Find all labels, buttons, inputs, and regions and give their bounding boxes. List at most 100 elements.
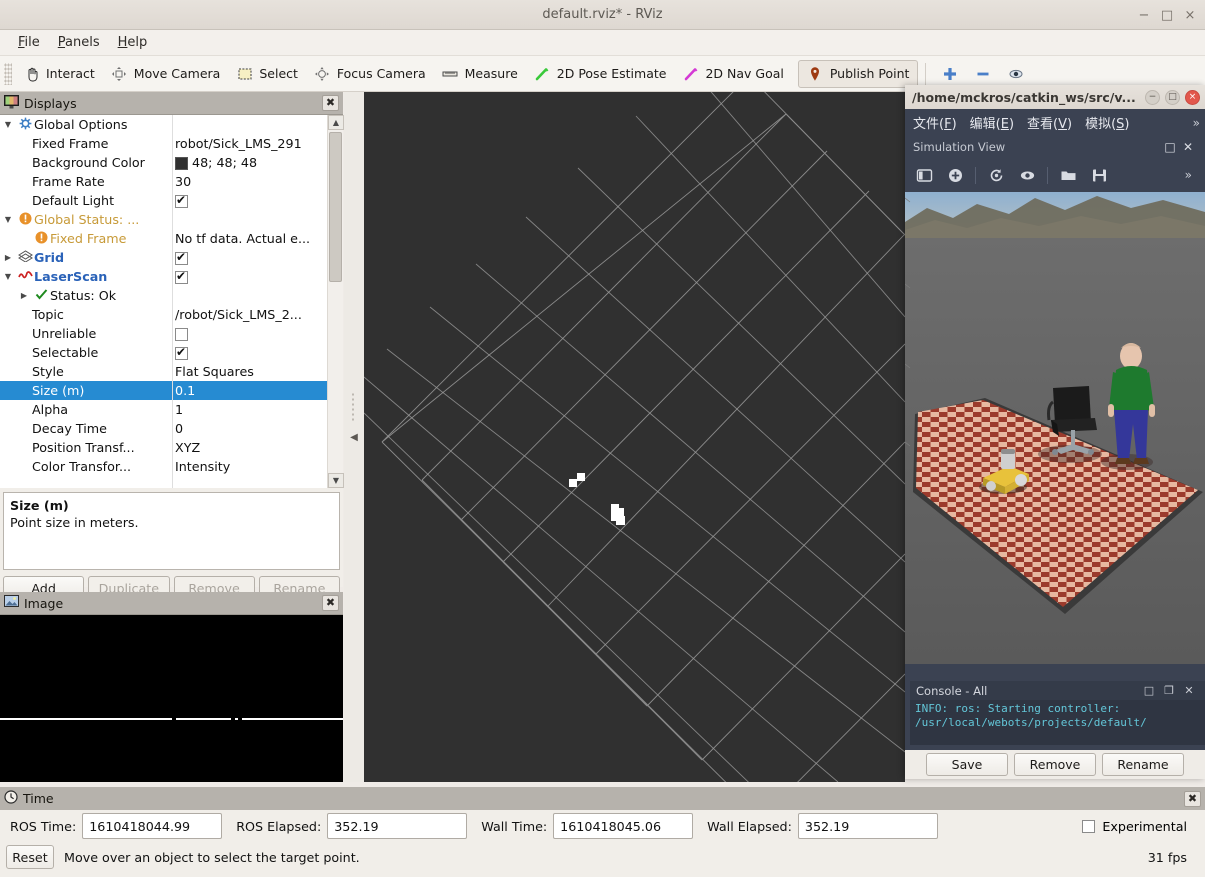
tree-row-grid[interactable]: ▶Grid bbox=[0, 248, 327, 267]
simulation-view-float-icon[interactable]: □ bbox=[1161, 140, 1179, 154]
save-world-icon[interactable] bbox=[1088, 164, 1110, 186]
tool-2d-pose-estimate[interactable]: 2D Pose Estimate bbox=[526, 60, 675, 88]
ros-time-input[interactable]: 1610418044.99 bbox=[82, 813, 222, 839]
remove-tool-button[interactable] bbox=[966, 60, 999, 88]
add-tool-button[interactable] bbox=[933, 60, 966, 88]
tree-row-global-status[interactable]: ▼Global Status: ... bbox=[0, 210, 327, 229]
reset-button[interactable]: Reset bbox=[6, 845, 54, 869]
tree-row-laserscan[interactable]: ▼LaserScan bbox=[0, 267, 327, 286]
image-panel-close-icon[interactable]: ✖ bbox=[322, 595, 339, 611]
tree-row-global-options[interactable]: ▼Global Options bbox=[0, 115, 327, 134]
tree-row-value[interactable]: 48; 48; 48 bbox=[172, 155, 327, 170]
chevron-down-icon[interactable]: ▼ bbox=[0, 272, 16, 281]
console-restore-icon[interactable]: ❐ bbox=[1159, 684, 1179, 697]
tree-row-fixed-frame[interactable]: Fixed FrameNo tf data. Actual e... bbox=[0, 229, 327, 248]
tree-row-topic[interactable]: Topic/robot/Sick_LMS_2... bbox=[0, 305, 327, 324]
webots-minimize-button[interactable]: − bbox=[1145, 90, 1160, 105]
displays-panel-close-icon[interactable]: ✖ bbox=[322, 95, 339, 111]
webots-menu-file[interactable]: 文件(F) bbox=[913, 113, 957, 132]
webots-remove-button[interactable]: Remove bbox=[1014, 753, 1096, 776]
chevron-down-icon[interactable]: ▼ bbox=[0, 215, 16, 224]
view-eye-icon[interactable] bbox=[1016, 164, 1038, 186]
webots-save-button[interactable]: Save bbox=[926, 753, 1008, 776]
experimental-checkbox[interactable] bbox=[1082, 820, 1095, 833]
image-render-area[interactable] bbox=[0, 615, 343, 782]
tree-row-selectable[interactable]: Selectable bbox=[0, 343, 327, 362]
tree-row-value[interactable] bbox=[172, 345, 327, 360]
ros-elapsed-input[interactable]: 352.19 bbox=[327, 813, 467, 839]
tree-row-frame-rate[interactable]: Frame Rate30 bbox=[0, 172, 327, 191]
minimize-button[interactable]: − bbox=[1137, 8, 1151, 23]
tree-row-style[interactable]: StyleFlat Squares bbox=[0, 362, 327, 381]
webots-menu-view[interactable]: 查看(V) bbox=[1027, 113, 1072, 132]
tree-row-fixed-frame[interactable]: Fixed Framerobot/Sick_LMS_291 bbox=[0, 134, 327, 153]
webots-close-button[interactable]: × bbox=[1185, 90, 1200, 105]
scroll-up-button[interactable]: ▲ bbox=[328, 115, 344, 130]
webots-simulation-view[interactable] bbox=[905, 192, 1205, 664]
tree-row-alpha[interactable]: Alpha1 bbox=[0, 400, 327, 419]
simulation-view-close-icon[interactable]: ✕ bbox=[1179, 140, 1197, 154]
tree-checkbox[interactable] bbox=[175, 271, 188, 284]
tree-checkbox[interactable] bbox=[175, 328, 188, 341]
tool-move-camera[interactable]: Move Camera bbox=[103, 60, 229, 88]
webots-menu-simulation[interactable]: 模拟(S) bbox=[1085, 113, 1129, 132]
webots-menu-edit[interactable]: 编辑(E) bbox=[970, 113, 1014, 132]
tree-row-value[interactable]: No tf data. Actual e... bbox=[172, 231, 327, 246]
displays-scrollbar[interactable]: ▲ ▼ bbox=[327, 115, 343, 488]
toolbar-drag-handle[interactable] bbox=[4, 63, 12, 85]
tree-row-value[interactable]: XYZ bbox=[172, 440, 327, 455]
webots-maximize-button[interactable]: □ bbox=[1165, 90, 1180, 105]
tree-row-default-light[interactable]: Default Light bbox=[0, 191, 327, 210]
menu-file[interactable]: File bbox=[9, 32, 49, 53]
color-swatch[interactable] bbox=[175, 157, 188, 170]
scroll-thumb[interactable] bbox=[329, 132, 342, 282]
chevron-down-icon[interactable]: ▼ bbox=[0, 120, 16, 129]
tree-row-unreliable[interactable]: Unreliable bbox=[0, 324, 327, 343]
wall-time-input[interactable]: 1610418045.06 bbox=[553, 813, 693, 839]
tool-2d-nav-goal[interactable]: 2D Nav Goal bbox=[674, 60, 791, 88]
chevron-right-icon[interactable]: ▶ bbox=[16, 291, 32, 300]
add-object-icon[interactable] bbox=[944, 164, 966, 186]
chevron-right-icon[interactable]: ▶ bbox=[0, 253, 16, 262]
open-folder-icon[interactable] bbox=[1057, 164, 1079, 186]
tree-row-value[interactable]: 30 bbox=[172, 174, 327, 189]
panel-splitter[interactable]: ◀ bbox=[344, 92, 364, 782]
panel-toggle-icon[interactable] bbox=[913, 164, 935, 186]
tree-row-color-transfor[interactable]: Color Transfor...Intensity bbox=[0, 457, 327, 476]
tree-row-value[interactable]: robot/Sick_LMS_291 bbox=[172, 136, 327, 151]
tree-row-position-transf[interactable]: Position Transf...XYZ bbox=[0, 438, 327, 457]
tree-row-size-m[interactable]: Size (m)0.1 bbox=[0, 381, 327, 400]
webots-tools-overflow-icon[interactable]: » bbox=[1185, 168, 1197, 182]
scroll-down-button[interactable]: ▼ bbox=[328, 473, 344, 488]
tree-row-value[interactable]: 0.1 bbox=[172, 383, 327, 398]
collapse-panel-icon[interactable]: ◀ bbox=[350, 432, 358, 443]
3d-render-view[interactable] bbox=[364, 92, 905, 782]
tree-row-value[interactable]: /robot/Sick_LMS_2... bbox=[172, 307, 327, 322]
tree-checkbox[interactable] bbox=[175, 347, 188, 360]
menu-help[interactable]: Help bbox=[109, 32, 157, 53]
tree-row-decay-time[interactable]: Decay Time0 bbox=[0, 419, 327, 438]
tree-row-background-color[interactable]: Background Color48; 48; 48 bbox=[0, 153, 327, 172]
webots-menu-overflow-icon[interactable]: » bbox=[1193, 116, 1205, 130]
tree-checkbox[interactable] bbox=[175, 252, 188, 265]
console-close-icon[interactable]: ✕ bbox=[1179, 684, 1199, 697]
menu-panels[interactable]: Panels bbox=[49, 32, 109, 53]
tree-row-value[interactable] bbox=[172, 250, 327, 265]
console-maximize-icon[interactable]: □ bbox=[1139, 684, 1159, 697]
tree-checkbox[interactable] bbox=[175, 195, 188, 208]
tool-measure[interactable]: Measure bbox=[434, 60, 526, 88]
tree-row-value[interactable]: 1 bbox=[172, 402, 327, 417]
time-panel-close-icon[interactable]: ✖ bbox=[1184, 791, 1201, 807]
tree-row-value[interactable] bbox=[172, 269, 327, 284]
maximize-button[interactable]: □ bbox=[1160, 8, 1174, 23]
tool-select[interactable]: Select bbox=[228, 60, 306, 88]
reload-world-icon[interactable] bbox=[985, 164, 1007, 186]
tree-row-status-ok[interactable]: ▶Status: Ok bbox=[0, 286, 327, 305]
tree-row-value[interactable]: Flat Squares bbox=[172, 364, 327, 379]
tree-row-value[interactable]: Intensity bbox=[172, 459, 327, 474]
tree-row-value[interactable] bbox=[172, 193, 327, 208]
tool-publish-point[interactable]: Publish Point bbox=[798, 60, 919, 88]
displays-tree[interactable]: ▼Global OptionsFixed Framerobot/Sick_LMS… bbox=[0, 115, 327, 488]
tool-focus-camera[interactable]: Focus Camera bbox=[306, 60, 434, 88]
wall-elapsed-input[interactable]: 352.19 bbox=[798, 813, 938, 839]
